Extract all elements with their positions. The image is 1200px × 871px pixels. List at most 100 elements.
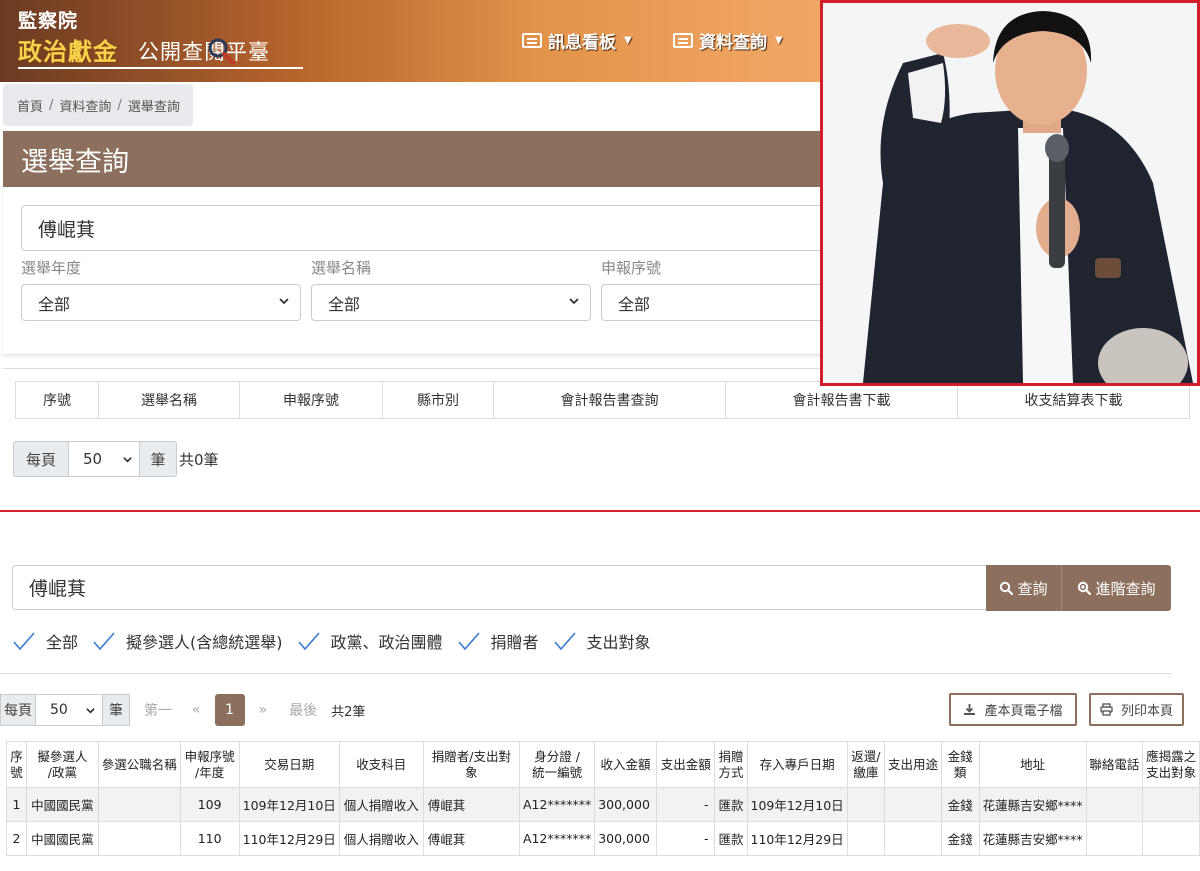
column-header: 金錢類 — [940, 741, 980, 788]
column-header: 縣市別 — [382, 381, 494, 419]
election-results-table: 序號 選舉名稱 申報序號 縣市別 會計報告書查詢 會計報告書下載 收支結算表下載 — [15, 381, 1190, 419]
caret-down-icon: ▼ — [624, 34, 632, 46]
table-row: 1 中國國民黨 109 109年12月10日 個人捐贈收入 傅崐萁 A12***… — [6, 787, 1200, 822]
per-page-value: 50 — [50, 702, 68, 718]
nav-data-label: 資料查詢 — [699, 32, 767, 53]
cell-office — [97, 821, 181, 856]
filter-label-year: 選舉年度 — [21, 259, 82, 277]
breadcrumb-separator: / — [49, 97, 54, 113]
last-page-link[interactable]: 最後 — [289, 700, 317, 720]
print-page-button[interactable]: 列印本頁 — [1089, 693, 1184, 726]
checkbox-donor[interactable]: 捐贈者 — [457, 629, 539, 653]
nav-news-label: 訊息看板 — [548, 32, 616, 53]
column-header: 收支科目 — [338, 741, 424, 788]
caret-down-icon: ▼ — [775, 34, 783, 46]
cell-income: 300,000 — [594, 821, 657, 856]
checkbox-party[interactable]: 政黨、政治團體 — [297, 629, 443, 653]
check-icon — [93, 632, 115, 651]
breadcrumb-home[interactable]: 首頁 — [17, 96, 43, 115]
newspaper-icon — [673, 32, 693, 48]
prev-page-link[interactable]: « — [192, 702, 201, 718]
logo-title-sub: 公開查閱平臺 — [138, 40, 270, 64]
column-header: 參選公職名稱 — [97, 741, 181, 788]
page-header: 選舉查詢 — [3, 131, 823, 187]
cell-donor: 傅崐萁 — [422, 821, 520, 856]
check-icon — [13, 632, 35, 651]
column-header: 返還/繳庫 — [846, 741, 886, 788]
breadcrumb-data-query[interactable]: 資料查詢 — [59, 96, 111, 115]
cell-id: A12******* — [518, 787, 596, 822]
election-name-select[interactable]: 全部 — [311, 284, 591, 321]
column-header: 聯絡電話 — [1085, 741, 1144, 788]
checkbox-candidate[interactable]: 擬參選人(含總統選舉) — [92, 629, 283, 653]
cell-date: 110年12月29日 — [238, 821, 340, 856]
cell-donor: 傅崐萁 — [422, 787, 520, 822]
column-header: 支出金額 — [655, 741, 716, 788]
per-page-select[interactable]: 50 — [36, 694, 102, 726]
breadcrumb-current: 選舉查詢 — [127, 99, 180, 115]
cell-party: 中國國民黨 — [25, 787, 99, 822]
total-count: 共2筆 — [331, 704, 366, 720]
column-header: 申報序號 — [239, 381, 383, 419]
search-input[interactable]: 傅崐萁 — [12, 565, 988, 610]
serial-select-value: 全部 — [618, 294, 651, 314]
table-header-row: 序號 擬參選人/政黨 參選公職名稱 申報序號/年度 交易日期 收支科目 捐贈者/… — [6, 741, 1200, 788]
year-select[interactable]: 全部 — [21, 284, 301, 321]
cell-expense: - — [655, 821, 716, 856]
advanced-query-button[interactable]: 進階查詢 — [1061, 565, 1171, 611]
print-page-button-label: 列印本頁 — [1120, 704, 1173, 719]
checkbox-expense-target[interactable]: 支出對象 — [553, 629, 651, 653]
check-icon — [457, 632, 480, 651]
per-page-label: 每頁 — [13, 441, 69, 477]
next-page-link[interactable]: » — [259, 702, 268, 718]
search-card: 傅崐萁 選舉年度 選舉名稱 申報序號 全部 全部 全部 — [3, 187, 831, 355]
check-icon — [553, 632, 576, 651]
cell-deposit-date: 110年12月29日 — [746, 821, 848, 856]
cell-subject: 個人捐贈收入 — [338, 787, 424, 822]
nav-data-query[interactable]: 資料查詢 ▼ — [673, 27, 783, 53]
checkbox-all[interactable]: 全部 — [12, 629, 78, 653]
cell-income: 300,000 — [594, 787, 657, 822]
election-results-area: 序號 選舉名稱 申報序號 縣市別 會計報告書查詢 會計報告書下載 收支結算表下載 — [3, 368, 1200, 498]
page-title: 選舉查詢 — [21, 146, 129, 178]
query-button-label: 查詢 — [1017, 580, 1048, 598]
chevron-down-icon — [279, 298, 289, 305]
current-page-button[interactable]: 1 — [214, 694, 245, 726]
year-select-value: 全部 — [38, 294, 71, 314]
column-header: 應揭露之 支出對象 — [1142, 741, 1200, 788]
portrait-photo-image — [823, 3, 1197, 383]
per-page-select[interactable]: 50 — [69, 441, 139, 477]
election-name-select-value: 全部 — [328, 294, 361, 314]
first-page-link[interactable]: 第一 — [144, 700, 172, 720]
column-header: 申報序號/年度 — [179, 741, 240, 788]
nav-news-board[interactable]: 訊息看板 ▼ — [522, 27, 632, 53]
column-header: 會計報告書下載 — [725, 381, 958, 419]
column-header: 地址 — [978, 741, 1087, 788]
filter-label-serial: 申報序號 — [601, 259, 662, 277]
logo-org-name: 監察院 — [18, 10, 79, 32]
newspaper-icon — [522, 32, 542, 48]
cell-purpose — [884, 787, 942, 822]
bottom-pager: 每頁 50 筆 第一 « 1 » 最後 共2筆 — [0, 694, 365, 726]
serial-select[interactable]: 全部 — [601, 284, 831, 321]
column-header: 選舉名稱 — [98, 381, 240, 419]
column-header: 捐贈者/支出對象 — [422, 741, 520, 788]
cell-office — [97, 787, 181, 822]
column-header: 交易日期 — [238, 741, 340, 788]
table-header-row: 序號 選舉名稱 申報序號 縣市別 會計報告書查詢 會計報告書下載 收支結算表下載 — [15, 381, 1190, 419]
column-header: 存入專戶日期 — [746, 741, 848, 788]
advanced-query-button-label: 進階查詢 — [1095, 580, 1156, 598]
cell-address: 花蓮縣吉安鄉**** — [978, 821, 1087, 856]
export-file-button-label: 產本頁電子檔 — [984, 704, 1063, 719]
election-query-screenshot: 監察院 政治獻金 公開查閱平臺 訊息看板 ▼ 資料查詢 ▼ 首頁 / 資料查詢 … — [0, 0, 1200, 510]
chevron-down-icon — [86, 708, 95, 714]
column-header: 捐贈 方式 — [714, 741, 748, 788]
table-row: 2 中國國民黨 110 110年12月29日 個人捐贈收入 傅崐萁 A12***… — [6, 821, 1200, 856]
site-logo[interactable]: 監察院 政治獻金 公開查閱平臺 — [18, 6, 308, 76]
query-button[interactable]: 查詢 — [986, 565, 1061, 611]
check-icon — [297, 632, 320, 651]
export-file-button[interactable]: 產本頁電子檔 — [949, 693, 1077, 726]
breadcrumb-separator: / — [117, 97, 122, 113]
search-input[interactable]: 傅崐萁 — [21, 205, 831, 251]
search-icon — [1000, 581, 1014, 595]
